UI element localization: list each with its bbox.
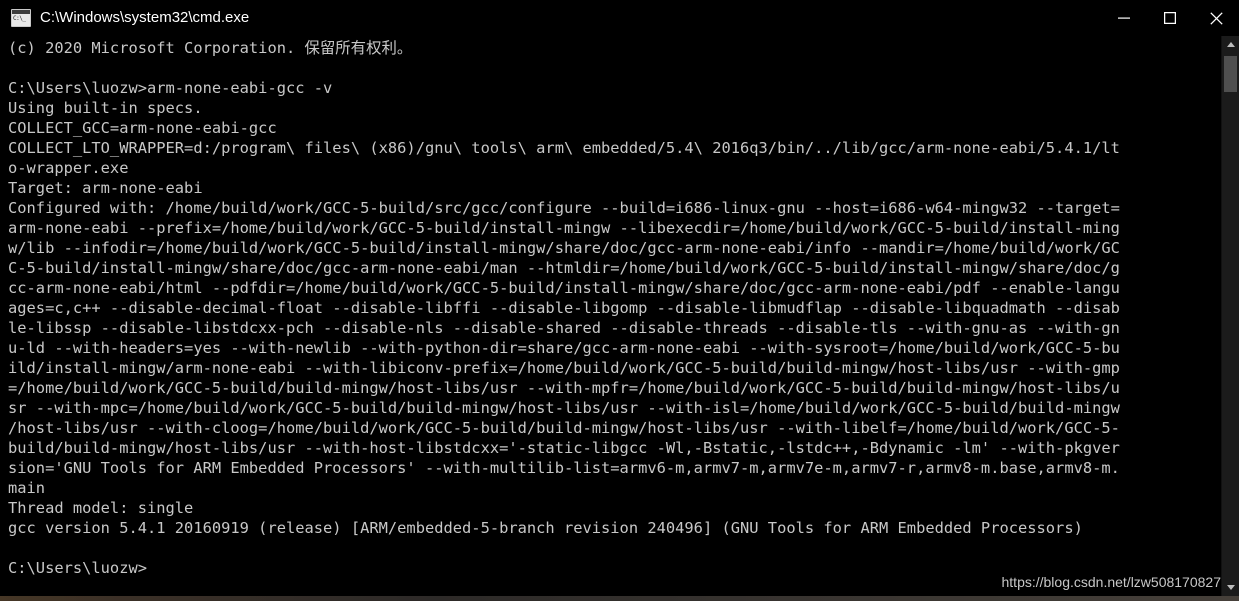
cmd-console-icon: C:\_ — [11, 9, 31, 27]
console-line: le-libssp --disable-libstdcxx-pch --disa… — [8, 319, 1120, 337]
console-line: =/home/build/work/GCC-5-build/build-ming… — [8, 379, 1120, 397]
scroll-up-arrow-icon[interactable] — [1222, 36, 1239, 53]
scroll-down-arrow-icon[interactable] — [1222, 579, 1239, 596]
console-line: (c) 2020 Microsoft Corporation. 保留所有权利。 — [8, 39, 413, 57]
titlebar-left-group: C:\_ C:\Windows\system32\cmd.exe — [0, 9, 1101, 27]
console-line: gcc version 5.4.1 20160919 (release) [AR… — [8, 519, 1083, 537]
cmd-console-icon-glyph: C:\_ — [13, 15, 26, 22]
window-controls — [1101, 0, 1239, 36]
console-line: /host-libs/usr --with-cloog=/home/build/… — [8, 419, 1120, 437]
maximize-button[interactable] — [1147, 0, 1193, 36]
close-button[interactable] — [1193, 0, 1239, 36]
window-title: C:\Windows\system32\cmd.exe — [40, 9, 250, 26]
console-line: main — [8, 479, 46, 497]
console-line: ild/install-mingw/arm-none-eabi --with-l… — [8, 359, 1120, 377]
console-line: arm-none-eabi --prefix=/home/build/work/… — [8, 219, 1120, 237]
cmd-window: C:\_ C:\Windows\system32\cmd.exe (c) 202… — [0, 0, 1239, 596]
console-line: u-ld --with-headers=yes --with-newlib --… — [8, 339, 1120, 357]
console-output-area[interactable]: (c) 2020 Microsoft Corporation. 保留所有权利。 C… — [0, 36, 1239, 596]
console-line: w/lib --infodir=/home/build/work/GCC-5-b… — [8, 239, 1120, 257]
console-line: C-5-build/install-mingw/share/doc/gcc-ar… — [8, 259, 1120, 277]
console-line: COLLECT_GCC=arm-none-eabi-gcc — [8, 119, 277, 137]
console-line: Thread model: single — [8, 499, 194, 517]
console-line: C:\Users\luozw>arm-none-eabi-gcc -v — [8, 79, 333, 97]
console-line: COLLECT_LTO_WRAPPER=d:/program\ files\ (… — [8, 139, 1120, 157]
console-line: sr --with-mpc=/home/build/work/GCC-5-bui… — [8, 399, 1120, 417]
console-line: Target: arm-none-eabi — [8, 179, 203, 197]
desktop-bottom-strip — [0, 596, 1239, 601]
scroll-thumb[interactable] — [1224, 56, 1237, 92]
console-text: (c) 2020 Microsoft Corporation. 保留所有权利。 C… — [8, 38, 1217, 578]
console-line: Using built-in specs. — [8, 99, 203, 117]
console-line: ages=c,c++ --disable-decimal-float --dis… — [8, 299, 1120, 317]
console-line: o-wrapper.exe — [8, 159, 129, 177]
minimize-button[interactable] — [1101, 0, 1147, 36]
console-scrollbar[interactable] — [1221, 36, 1239, 596]
console-line: build/build-mingw/host-libs/usr --with-h… — [8, 439, 1120, 457]
window-titlebar[interactable]: C:\_ C:\Windows\system32\cmd.exe — [0, 0, 1239, 36]
console-line: cc-arm-none-eabi/html --pdfdir=/home/bui… — [8, 279, 1120, 297]
console-line: Configured with: /home/build/work/GCC-5-… — [8, 199, 1120, 217]
watermark-text: https://blog.csdn.net/lzw508170827 — [1001, 574, 1222, 590]
console-line: sion='GNU Tools for ARM Embedded Process… — [8, 459, 1120, 477]
